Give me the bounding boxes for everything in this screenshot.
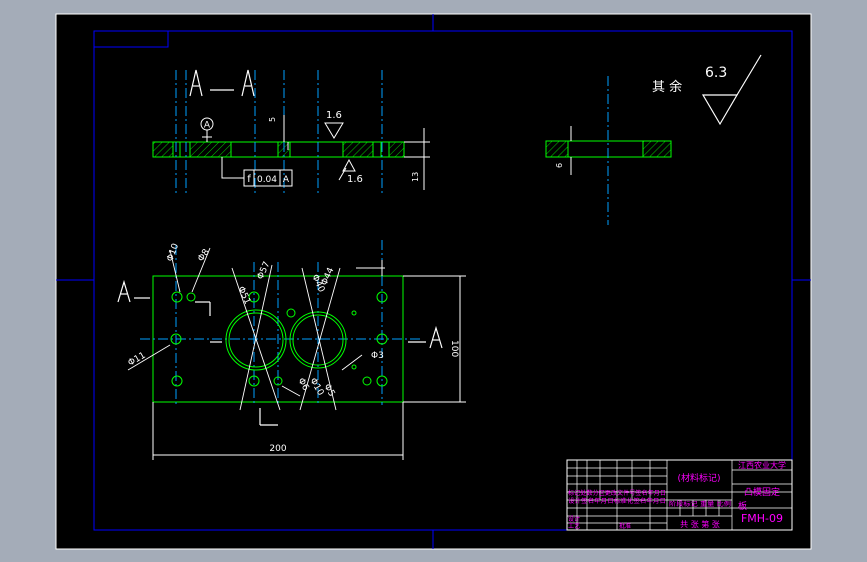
svg-text:1.6: 1.6 xyxy=(326,110,342,121)
tolerance-value: 0.04 xyxy=(257,175,277,185)
part-name-1: 凸模固定 xyxy=(744,486,780,498)
approve-label: 批准 xyxy=(619,522,631,530)
dim-200: 200 xyxy=(269,444,286,454)
svg-text:1.6: 1.6 xyxy=(347,174,363,185)
tolerance-ref: A xyxy=(283,175,290,185)
datum-label: A xyxy=(204,121,211,131)
row-b: 设计签名年月日标准化签名年月日 xyxy=(568,497,666,505)
dim-100: 100 xyxy=(449,340,459,357)
school-name: 江西农业大学 xyxy=(738,460,786,470)
dim-phi3: Φ3 xyxy=(371,351,384,361)
material-mark: (材料标记) xyxy=(677,472,720,484)
cad-drawing: A f 0.04 A 5 1.6 1.6 13 6 其 余 6.3 Φ10 Φ8… xyxy=(55,13,812,550)
dim-6: 6 xyxy=(555,163,564,168)
stage-labels: 阶段标记 重量 比例 xyxy=(669,500,731,508)
rest-label: 其 余 xyxy=(652,79,682,95)
dim-5: 5 xyxy=(268,117,277,122)
dim-13: 13 xyxy=(411,172,420,182)
drawing-number: FMH-09 xyxy=(741,512,783,525)
row-a: 标记处数分区更改文件号签名年月日 xyxy=(568,489,666,497)
rest-value: 6.3 xyxy=(705,65,727,81)
sheet-count: 共 张 第 张 xyxy=(680,519,720,529)
process-label: 工艺 xyxy=(568,522,580,530)
part-name-2: 板 xyxy=(738,500,747,512)
design-label: 设计 xyxy=(568,515,580,523)
tolerance-symbol: f xyxy=(247,174,251,185)
drawing-sheet xyxy=(55,13,812,550)
